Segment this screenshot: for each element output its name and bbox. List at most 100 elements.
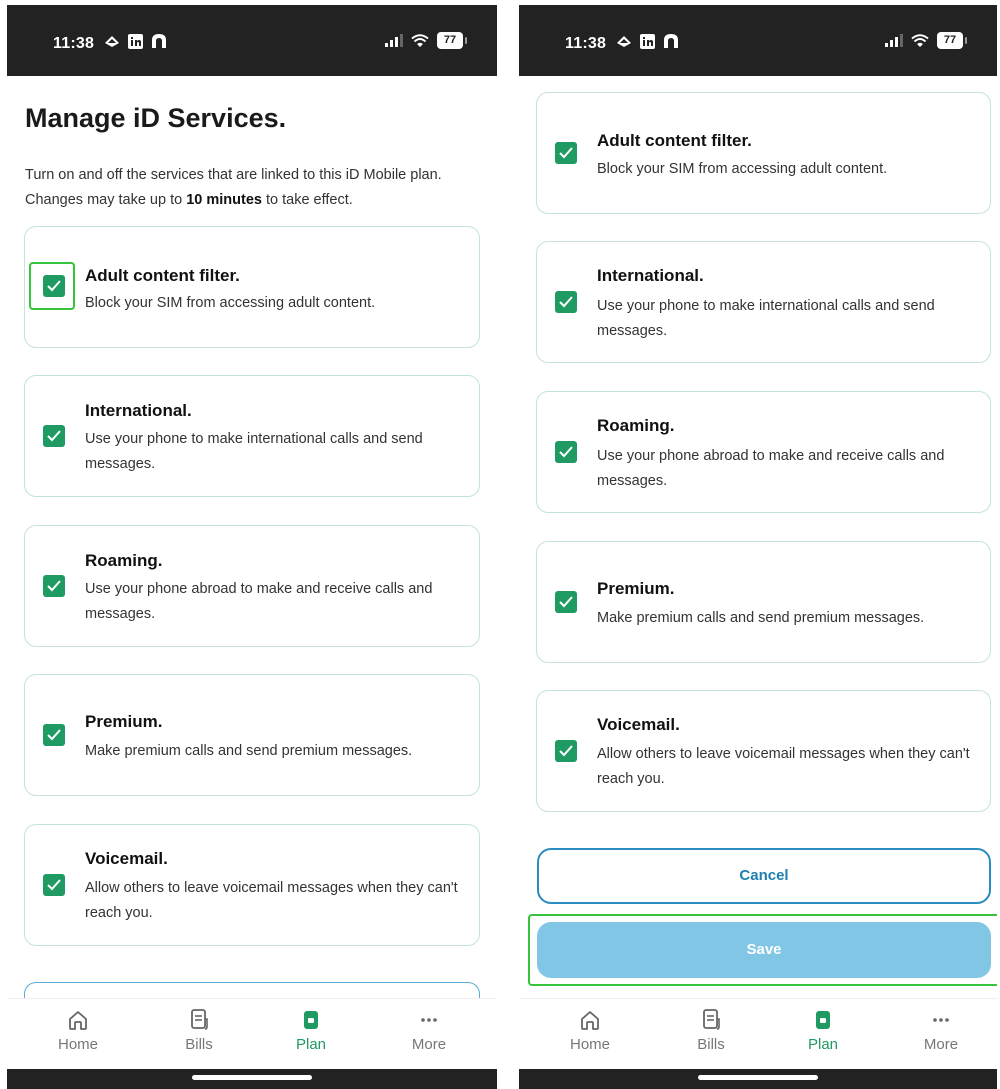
international-checkbox[interactable] xyxy=(555,291,577,313)
international-checkbox[interactable] xyxy=(43,425,65,447)
service-title: Premium. xyxy=(597,579,675,598)
tab-bar: Home Bills Plan More xyxy=(7,998,497,1070)
tab-label: More xyxy=(923,1036,959,1053)
service-card-international[interactable]: International. Use your phone to make in… xyxy=(536,241,991,363)
tab-label: Home xyxy=(569,1036,610,1053)
service-card-adult-content[interactable]: Adult content filter. Block your SIM fro… xyxy=(536,92,991,214)
service-card-adult-content[interactable]: Adult content filter. Block your SIM fro… xyxy=(24,226,480,348)
bills-icon xyxy=(703,1009,720,1030)
plan-icon xyxy=(816,1011,830,1029)
service-description: Make premium calls and send premium mess… xyxy=(597,610,925,626)
service-card-roaming[interactable]: Roaming. Use your phone abroad to make a… xyxy=(24,525,480,647)
voicemail-checkbox[interactable] xyxy=(555,740,577,762)
check-icon xyxy=(559,446,573,458)
status-time: 11:38 xyxy=(53,35,95,52)
page-intro: Turn on and off the services that are li… xyxy=(25,167,442,208)
service-title: Roaming. xyxy=(597,416,675,435)
tab-label: Plan xyxy=(295,1036,327,1053)
service-description: Allow others to leave voicemail messages… xyxy=(597,746,970,787)
check-icon xyxy=(47,280,61,292)
tab-more[interactable]: More xyxy=(901,1007,981,1053)
tab-bar: Home Bills Plan More xyxy=(519,998,997,1070)
phone-screen-right: 11:38 77 Adult content filter. Block you… xyxy=(519,5,997,1089)
home-indicator[interactable] xyxy=(698,1075,818,1080)
service-card-international[interactable]: International. Use your phone to make in… xyxy=(24,375,480,497)
service-description: Use your phone abroad to make and receiv… xyxy=(597,448,945,489)
service-title: Voicemail. xyxy=(85,849,168,868)
more-icon xyxy=(421,1018,437,1022)
arch-icon xyxy=(664,34,678,48)
service-title: Roaming. xyxy=(85,551,163,570)
tab-plan[interactable]: Plan xyxy=(271,1007,351,1053)
tab-bills[interactable]: Bills xyxy=(159,1007,239,1053)
service-card-roaming[interactable]: Roaming. Use your phone abroad to make a… xyxy=(536,391,991,513)
service-title: Adult content filter. xyxy=(85,266,240,285)
battery-icon: 77 xyxy=(937,32,967,49)
plan-icon xyxy=(304,1011,318,1029)
home-indicator[interactable] xyxy=(192,1075,312,1080)
tab-bills[interactable]: Bills xyxy=(671,1007,751,1053)
battery-icon: 77 xyxy=(437,32,467,49)
service-title: Premium. xyxy=(85,712,163,731)
tab-plan[interactable]: Plan xyxy=(783,1007,863,1053)
linkedin-icon xyxy=(640,33,655,49)
premium-checkbox[interactable] xyxy=(43,724,65,746)
check-icon xyxy=(47,729,61,741)
tab-label: Plan xyxy=(807,1036,839,1053)
roaming-checkbox[interactable] xyxy=(555,441,577,463)
service-title: International. xyxy=(597,266,704,285)
status-bar: 11:38 77 xyxy=(519,5,997,76)
home-indicator-bar xyxy=(7,1069,497,1089)
roaming-checkbox[interactable] xyxy=(43,575,65,597)
tab-more[interactable]: More xyxy=(389,1007,469,1053)
check-icon xyxy=(559,596,573,608)
app-notification-icon xyxy=(617,36,631,47)
service-description: Use your phone abroad to make and receiv… xyxy=(85,581,433,622)
service-title: International. xyxy=(85,401,192,420)
service-description: Use your phone to make international cal… xyxy=(597,298,935,339)
status-bar: 11:38 77 xyxy=(7,5,497,76)
adult-content-checkbox[interactable] xyxy=(555,142,577,164)
arch-icon xyxy=(152,34,166,48)
home-icon xyxy=(581,1011,599,1030)
check-icon xyxy=(559,147,573,159)
service-card-voicemail[interactable]: Voicemail. Allow others to leave voicema… xyxy=(536,690,991,812)
check-icon xyxy=(47,879,61,891)
service-description: Use your phone to make international cal… xyxy=(85,431,423,472)
cancel-button[interactable]: Cancel xyxy=(537,848,991,904)
service-description: Block your SIM from accessing adult cont… xyxy=(85,295,376,311)
wifi-icon xyxy=(411,33,429,47)
adult-content-checkbox[interactable] xyxy=(43,275,65,297)
tab-label: Bills xyxy=(185,1036,213,1053)
phone-screen-left: 11:38 77 Manage iD Services. Turn on and… xyxy=(7,5,497,1089)
home-indicator-bar xyxy=(519,1069,997,1089)
tab-home[interactable]: Home xyxy=(38,1007,118,1053)
more-icon xyxy=(933,1018,949,1022)
page-title: Manage iD Services. xyxy=(25,103,287,133)
premium-checkbox[interactable] xyxy=(555,591,577,613)
app-notification-icon xyxy=(105,36,119,47)
service-card-voicemail[interactable]: Voicemail. Allow others to leave voicema… xyxy=(24,824,480,946)
service-description: Make premium calls and send premium mess… xyxy=(85,743,413,759)
status-time: 11:38 xyxy=(565,35,607,52)
check-icon xyxy=(559,296,573,308)
save-button[interactable]: Save xyxy=(537,922,991,978)
check-icon xyxy=(559,745,573,757)
bills-icon xyxy=(191,1009,208,1030)
tab-home[interactable]: Home xyxy=(550,1007,630,1053)
service-card-premium[interactable]: Premium. Make premium calls and send pre… xyxy=(24,674,480,796)
service-title: Adult content filter. xyxy=(597,131,752,150)
service-title: Voicemail. xyxy=(597,715,680,734)
home-icon xyxy=(69,1011,87,1030)
wifi-icon xyxy=(911,33,929,47)
tab-label: More xyxy=(411,1036,447,1053)
check-icon xyxy=(47,580,61,592)
check-icon xyxy=(47,430,61,442)
signal-icon xyxy=(385,34,403,47)
tab-label: Home xyxy=(57,1036,98,1053)
tab-label: Bills xyxy=(697,1036,725,1053)
service-description: Block your SIM from accessing adult cont… xyxy=(597,161,888,177)
service-card-premium[interactable]: Premium. Make premium calls and send pre… xyxy=(536,541,991,663)
voicemail-checkbox[interactable] xyxy=(43,874,65,896)
service-description: Allow others to leave voicemail messages… xyxy=(85,880,458,921)
